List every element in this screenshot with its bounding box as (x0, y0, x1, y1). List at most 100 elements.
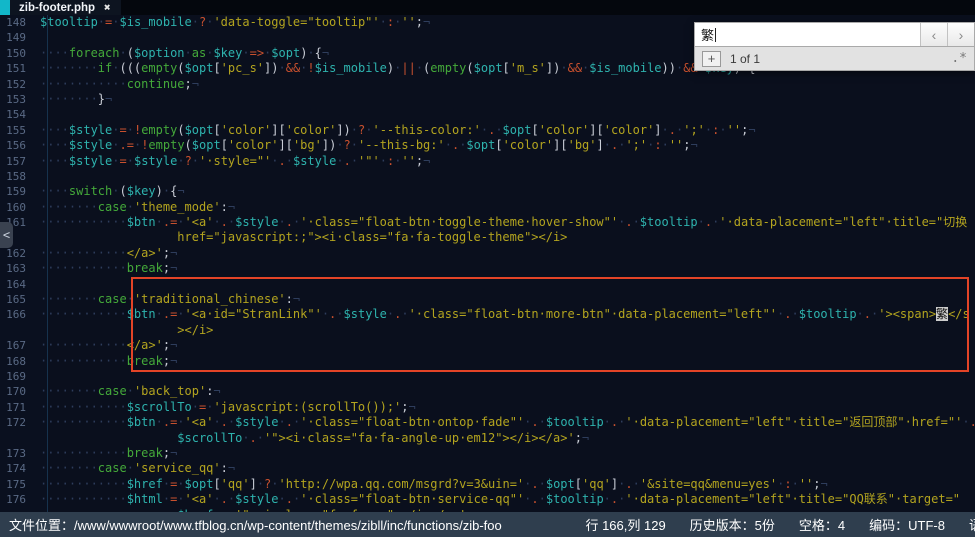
code-line[interactable]: 161············$btn·.=·'<a'·.·$style·.·'… (0, 215, 975, 230)
code-text: ············</a>';¬ (40, 338, 177, 352)
line-number: 165 (0, 292, 40, 307)
line-number: 150 (0, 46, 40, 61)
history-versions[interactable]: 历史版本：5份 (690, 515, 775, 534)
code-text: ········case·'back_top':¬ (40, 384, 221, 398)
code-line[interactable]: 160········case·'theme_mode':¬ (0, 200, 975, 215)
code-line[interactable]: 158 (0, 169, 975, 184)
code-text: ············break;¬ (40, 446, 177, 460)
code-line-wrap[interactable]: href="javascript:;"><i·class="fa·fa-togg… (0, 230, 975, 245)
tab-close-icon[interactable]: ✖ (104, 2, 111, 13)
line-number: 156 (0, 138, 40, 153)
status-bar: 文件位置：/www/wwwroot/www.tfblog.cn/wp-conte… (0, 512, 975, 537)
code-line[interactable]: 173············break;¬ (0, 446, 975, 461)
tab-zib-footer[interactable]: zib-footer.php ✖ (10, 0, 121, 15)
line-number: 167 (0, 338, 40, 353)
add-search-button[interactable]: + (702, 51, 721, 67)
line-number: 157 (0, 154, 40, 169)
code-line[interactable]: 165········case·'traditional_chinese':¬ (0, 292, 975, 307)
clipped-status-item: 语 (969, 515, 975, 534)
code-text: $scrollTo·.·'"><i·class="fa·fa-angle-up·… (40, 431, 589, 445)
code-text: ····$style·.=·!empty($opt['color']['bg']… (40, 138, 698, 152)
text-cursor (715, 28, 716, 42)
code-line[interactable]: 175············$href·=·$opt['qq']·?·'htt… (0, 477, 975, 492)
indent-spaces[interactable]: 空格：4 (799, 515, 845, 534)
code-text: ········case·'service_qq':¬ (40, 461, 235, 475)
line-number: 153 (0, 92, 40, 107)
code-text: ············$href·=·$opt['qq']·?·'http:/… (40, 477, 828, 491)
code-line[interactable]: 174········case·'service_qq':¬ (0, 461, 975, 476)
code-text: ········if·(((empty($opt['pc_s'])·&&·!$i… (40, 61, 763, 75)
line-number: 175 (0, 477, 40, 492)
code-line[interactable]: 152············continue;¬ (0, 77, 975, 92)
code-text: ····switch·($key)·{¬ (40, 184, 185, 198)
code-line[interactable]: 172············$btn·.=·'<a'·.·$style·.·'… (0, 415, 975, 430)
tab-title: zib-footer.php (19, 2, 95, 14)
line-number: 176 (0, 492, 40, 507)
code-line[interactable]: 167············</a>';¬ (0, 338, 975, 353)
search-panel: 繁 ‹ › + 1 of 1 .* (694, 22, 975, 71)
line-number: 171 (0, 400, 40, 415)
code-line[interactable]: 170········case·'back_top':¬ (0, 384, 975, 399)
line-number: 152 (0, 77, 40, 92)
line-number: 164 (0, 277, 40, 292)
search-status-row: + 1 of 1 .* (694, 47, 975, 71)
code-text: ············</a>';¬ (40, 246, 177, 260)
file-path: 文件位置：/www/wwwroot/www.tfblog.cn/wp-conte… (9, 515, 502, 534)
code-line[interactable]: 176············$html·=·'<a'·.·$style·.·'… (0, 492, 975, 507)
code-text: href="javascript:;"><i·class="fa·fa-togg… (40, 230, 567, 244)
line-number: 158 (0, 169, 40, 184)
line-number: 160 (0, 200, 40, 215)
code-text: ····$style·=·$style·?·'·style="'·.·$styl… (40, 154, 430, 168)
code-text: ············$btn·.=·'<a·id="StranLink"'·… (40, 307, 970, 321)
chevron-left-icon: ‹ (932, 27, 937, 43)
find-next-button[interactable]: › (947, 23, 974, 46)
code-text: ············break;¬ (40, 354, 177, 368)
chevron-right-icon: › (959, 27, 964, 43)
line-number: 155 (0, 123, 40, 138)
line-number: 148 (0, 15, 40, 30)
status-items: 行 166,列 129 历史版本：5份 空格：4 编码：UTF-8 语 (585, 515, 975, 534)
line-number: 159 (0, 184, 40, 199)
line-number: 154 (0, 107, 40, 122)
search-input[interactable]: 繁 (695, 23, 920, 46)
code-text: ········case·'theme_mode':¬ (40, 200, 235, 214)
code-line[interactable]: 164 (0, 277, 975, 292)
line-number: 173 (0, 446, 40, 461)
encoding[interactable]: 编码：UTF-8 (869, 515, 945, 534)
find-previous-button[interactable]: ‹ (920, 23, 947, 46)
search-query: 繁 (701, 25, 714, 44)
tab-bar: zib-footer.php ✖ (0, 0, 975, 15)
code-text: ></i> (40, 323, 213, 337)
code-text: ····foreach·($option·as·$key·=>·$opt)·{¬ (40, 46, 329, 60)
code-line[interactable]: 162············</a>';¬ (0, 246, 975, 261)
code-lines: 148$tooltip·=·$is_mobile·?·'data-toggle=… (0, 15, 975, 512)
sidebar-collapse-handle[interactable]: < (0, 222, 13, 248)
chevron-left-icon: < (3, 228, 10, 242)
code-line[interactable]: 155····$style·=·!empty($opt['color']['co… (0, 123, 975, 138)
line-number: 174 (0, 461, 40, 476)
code-text: $tooltip·=·$is_mobile·?·'data-toggle="to… (40, 15, 430, 29)
line-number: 168 (0, 354, 40, 369)
code-line[interactable]: 169 (0, 369, 975, 384)
code-line[interactable]: 153········}¬ (0, 92, 975, 107)
code-line[interactable]: 168············break;¬ (0, 354, 975, 369)
line-number: 149 (0, 30, 40, 45)
code-line[interactable]: 163············break;¬ (0, 261, 975, 276)
regex-toggle[interactable]: .* (951, 51, 967, 66)
code-line[interactable]: 156····$style·.=·!empty($opt['color']['b… (0, 138, 975, 153)
code-line[interactable]: 166············$btn·.=·'<a·id="StranLink… (0, 307, 975, 322)
match-count: 1 of 1 (730, 52, 760, 66)
code-line-wrap[interactable]: $scrollTo·.·'"><i·class="fa·fa-angle-up·… (0, 431, 975, 446)
code-line[interactable]: 159····switch·($key)·{¬ (0, 184, 975, 199)
code-line[interactable]: 157····$style·=·$style·?·'·style="'·.·$s… (0, 154, 975, 169)
line-number: 166 (0, 307, 40, 322)
code-text: ····$style·=·!empty($opt['color']['color… (40, 123, 756, 137)
code-editor[interactable]: 148$tooltip·=·$is_mobile·?·'data-toggle=… (0, 15, 975, 512)
code-text: ········}¬ (40, 92, 112, 106)
code-line[interactable]: 171············$scrollTo·=·'javascript:(… (0, 400, 975, 415)
code-line-wrap[interactable]: ></i> (0, 323, 975, 338)
code-line[interactable]: 154 (0, 107, 975, 122)
code-text: ············$html·=·'<a'·.·$style·.·'·cl… (40, 492, 960, 506)
line-number: 169 (0, 369, 40, 384)
line-number: 170 (0, 384, 40, 399)
